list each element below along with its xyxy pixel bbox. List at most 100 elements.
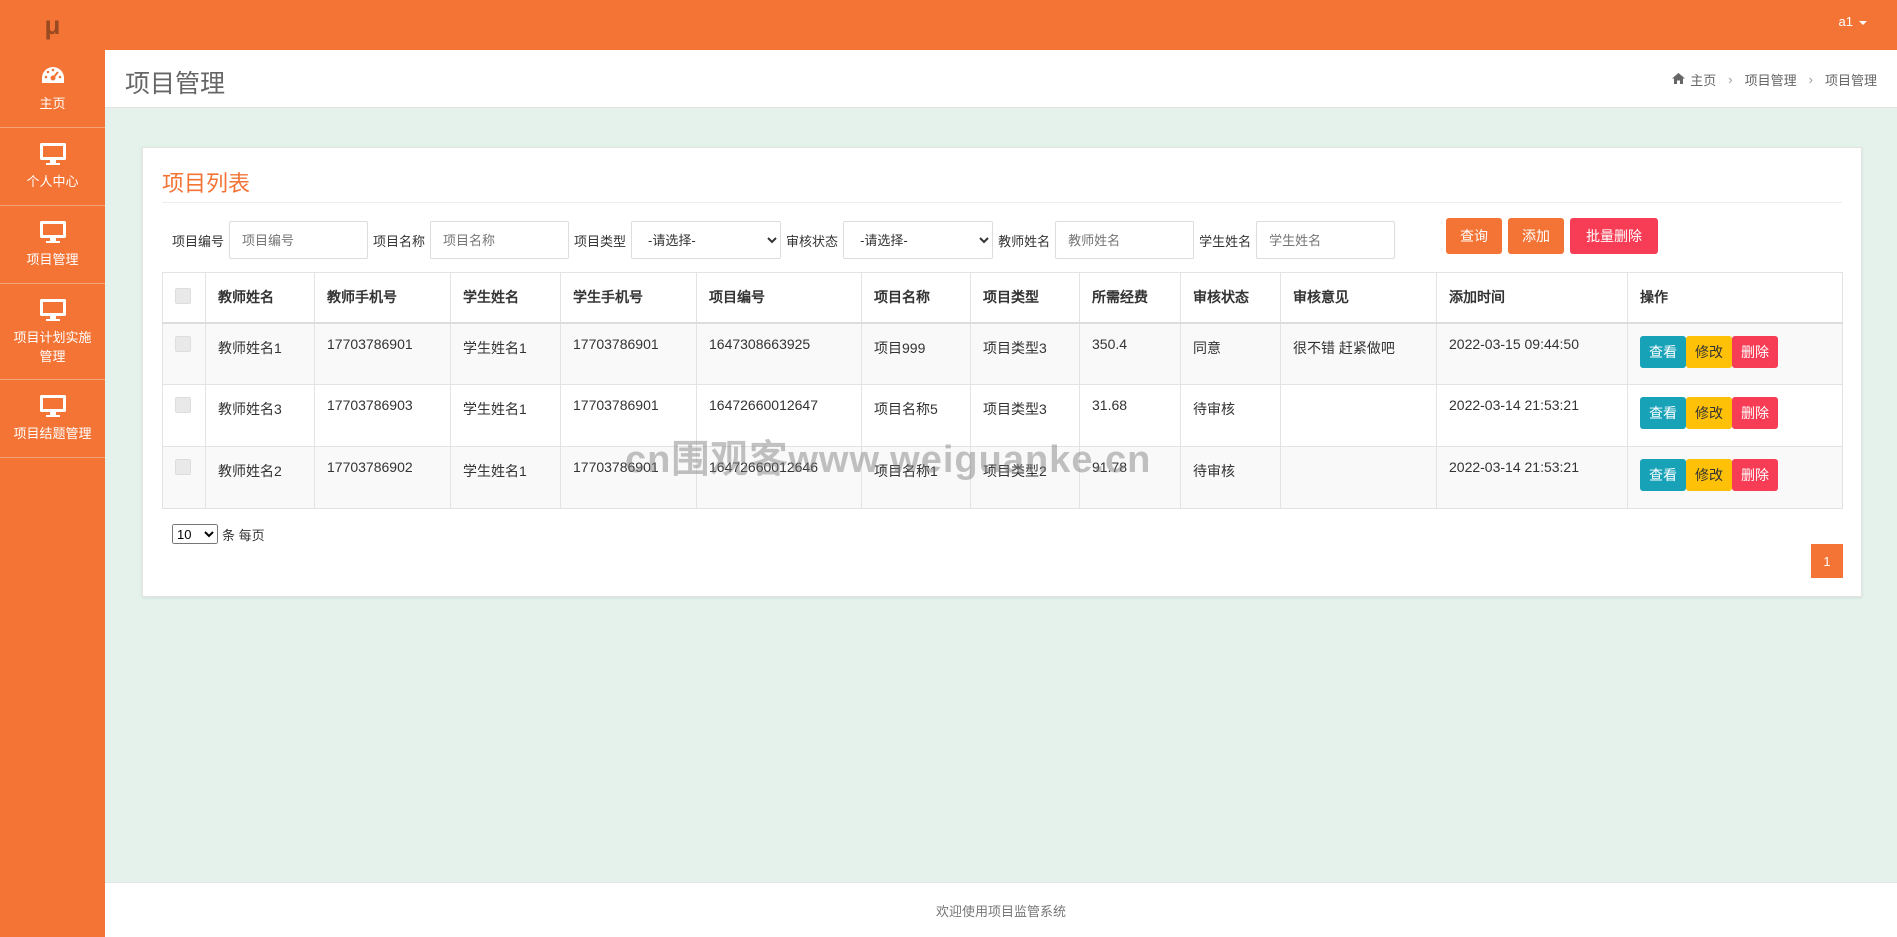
edit-button[interactable]: 修改: [1686, 397, 1732, 429]
user-name: a1: [1838, 14, 1853, 29]
sidebar-item-label: 项目管理: [26, 252, 79, 267]
row-select-cell: [162, 446, 206, 509]
view-button[interactable]: 查看: [1640, 459, 1686, 491]
funds-cell: 350.4: [1079, 322, 1181, 385]
row-checkbox[interactable]: [175, 459, 191, 475]
breadcrumb-item[interactable]: 项目管理: [1745, 70, 1797, 89]
column-header: 操作: [1627, 272, 1843, 324]
chevron-right-icon: ›: [1808, 72, 1813, 87]
review-status-label: 审核状态: [786, 233, 839, 249]
column-header: 审核状态: [1180, 272, 1281, 324]
sidebar-item-home[interactable]: 主页: [0, 50, 105, 128]
user-menu[interactable]: a1: [1839, 14, 1867, 29]
row-checkbox[interactable]: [175, 335, 191, 352]
sidebar-item-label: 主页: [39, 96, 66, 111]
actions-cell: 查看 修改 删除: [1627, 446, 1843, 509]
project-no-label: 项目编号: [172, 233, 225, 249]
column-header: 审核意见: [1280, 272, 1437, 324]
student-name-input[interactable]: [1256, 221, 1396, 259]
delete-button[interactable]: 删除: [1732, 459, 1778, 491]
column-header: 项目类型: [970, 272, 1080, 324]
actions-cell: 查看 修改 删除: [1627, 384, 1843, 447]
student-name-label: 学生姓名: [1199, 233, 1252, 249]
sidebar-item-personal-center[interactable]: 个人中心: [0, 128, 105, 206]
home-icon: [1672, 72, 1686, 87]
query-button[interactable]: 查询: [1446, 218, 1502, 254]
footer: 欢迎使用项目监管系统: [105, 882, 1897, 937]
table-row: 教师姓名1 17703786901 学生姓名1 17703786901 1647…: [162, 322, 1843, 385]
opinion-cell: [1280, 384, 1437, 447]
project-list-panel: 项目列表 项目编号 项目名称 项目类型 -请选择- 审核状态 -请选择- 教师姓…: [142, 147, 1862, 597]
sidebar-item-project-management[interactable]: 项目管理: [0, 206, 105, 284]
teacher-phone-cell: 17703786902: [314, 446, 451, 509]
chevron-down-icon: [1859, 20, 1867, 25]
sidebar-item-project-completion[interactable]: 项目结题管理: [0, 380, 105, 458]
edit-button[interactable]: 修改: [1686, 335, 1732, 368]
watermark: cn围观客www.weiguanke.cn: [625, 439, 1152, 481]
view-button[interactable]: 查看: [1640, 397, 1686, 429]
monitor-icon: [39, 394, 67, 418]
project-no-cell: 1647308663925: [696, 322, 862, 385]
breadcrumb: 主页 › 项目管理 › 项目管理: [1672, 70, 1877, 89]
chevron-right-icon: ›: [1728, 72, 1733, 87]
added-time-cell: 2022-03-14 21:53:21: [1436, 446, 1628, 509]
sidebar-item-label: 项目结题管理: [13, 426, 92, 441]
row-select-cell: [162, 322, 206, 385]
page-title: 项目管理: [125, 70, 226, 98]
column-header: 项目编号: [696, 272, 862, 324]
breadcrumb-home[interactable]: 主页: [1690, 70, 1716, 89]
teacher-name-input[interactable]: [1055, 221, 1195, 259]
main-content: 项目列表 项目编号 项目名称 项目类型 -请选择- 审核状态 -请选择- 教师姓…: [125, 128, 1880, 882]
teacher-cell: 教师姓名2: [205, 446, 315, 509]
edit-button[interactable]: 修改: [1686, 459, 1732, 491]
status-cell: 待审核: [1180, 384, 1281, 447]
sidebar-item-label: 个人中心: [26, 174, 79, 189]
column-header: 所需经费: [1079, 272, 1181, 324]
delete-button[interactable]: 删除: [1732, 335, 1778, 368]
page-size-suffix: 条 每页: [222, 527, 265, 543]
row-checkbox[interactable]: [175, 397, 191, 413]
dashboard-icon: [40, 64, 66, 88]
review-status-select[interactable]: -请选择-: [843, 221, 994, 259]
opinion-cell: [1280, 446, 1437, 509]
page-size-select[interactable]: 10: [172, 524, 218, 544]
column-header: 学生手机号: [560, 272, 697, 324]
teacher-name-label: 教师姓名: [998, 233, 1051, 249]
student-cell: 学生姓名1: [450, 322, 561, 385]
added-time-cell: 2022-03-15 09:44:50: [1436, 322, 1628, 385]
select-all-cell: [162, 272, 206, 324]
status-cell: 待审核: [1180, 446, 1281, 509]
added-time-cell: 2022-03-14 21:53:21: [1436, 384, 1628, 447]
project-type-cell: 项目类型3: [970, 322, 1080, 385]
batch-delete-button[interactable]: 批量删除: [1570, 218, 1658, 254]
add-button[interactable]: 添加: [1508, 218, 1564, 254]
opinion-cell: 很不错 赶紧做吧: [1280, 322, 1437, 385]
project-name-label: 项目名称: [373, 233, 426, 249]
teacher-cell: 教师姓名1: [205, 322, 315, 385]
monitor-icon: [39, 220, 67, 244]
status-cell: 同意: [1180, 322, 1281, 385]
student-cell: 学生姓名1: [450, 446, 561, 509]
project-name-input[interactable]: [430, 221, 570, 259]
pagination-page-button[interactable]: 1: [1811, 544, 1843, 578]
column-header: 学生姓名: [450, 272, 561, 324]
column-header: 项目名称: [861, 272, 971, 324]
project-type-select[interactable]: -请选择-: [631, 221, 782, 259]
teacher-cell: 教师姓名3: [205, 384, 315, 447]
sidebar-item-plan-implementation[interactable]: 项目计划实施管理: [0, 284, 105, 380]
sidebar: 主页 个人中心 项目管理 项目计划实施管理 项目结题管理: [0, 50, 105, 937]
delete-button[interactable]: 删除: [1732, 397, 1778, 429]
student-phone-cell: 17703786901: [560, 322, 697, 385]
teacher-phone-cell: 17703786901: [314, 322, 451, 385]
project-no-input[interactable]: [229, 221, 369, 259]
page-header: 项目管理 主页 › 项目管理 › 项目管理: [105, 50, 1897, 108]
view-button[interactable]: 查看: [1640, 335, 1686, 368]
column-header: 教师手机号: [314, 272, 451, 324]
sidebar-item-label: 项目计划实施管理: [13, 329, 92, 364]
row-select-cell: [162, 384, 206, 447]
top-bar: μ a1: [0, 0, 1897, 50]
select-all-checkbox[interactable]: [175, 287, 191, 304]
teacher-phone-cell: 17703786903: [314, 384, 451, 447]
app-logo[interactable]: μ: [0, 0, 105, 50]
monitor-icon: [39, 142, 67, 166]
